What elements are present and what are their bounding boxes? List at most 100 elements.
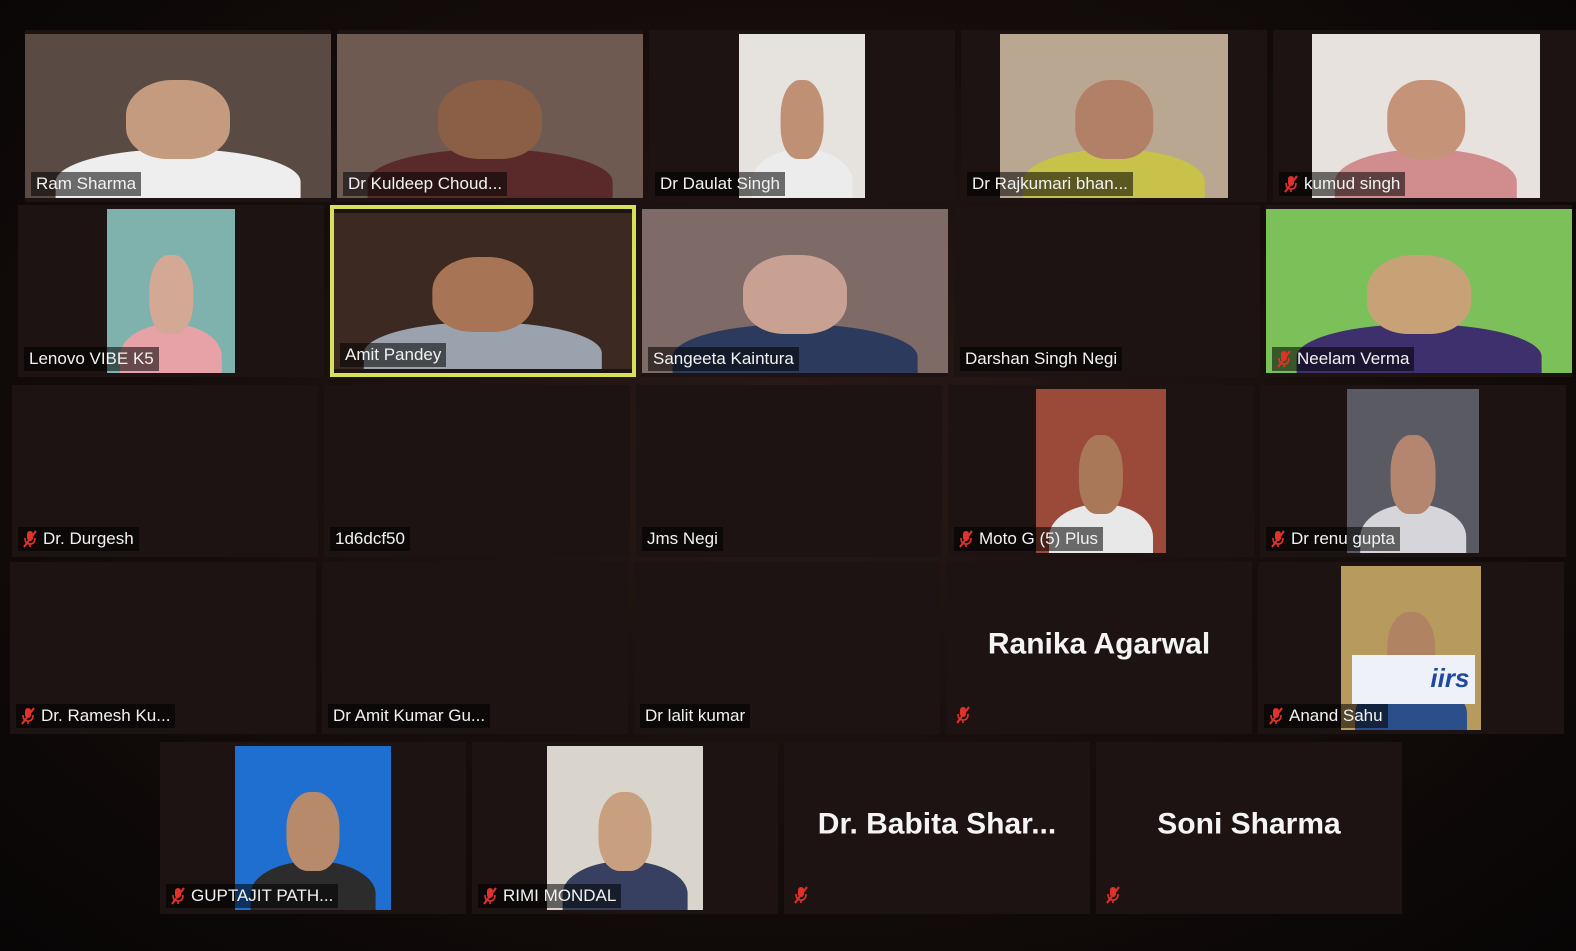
person-face (1078, 434, 1124, 514)
participant-name: Lenovo VIBE K5 (29, 349, 154, 368)
participant-name: Amit Pandey (345, 345, 442, 364)
gallery-row: Dr. Ramesh Ku... Dr Amit Kumar Gu... Dr la… (10, 562, 1576, 734)
participant-name: Neelam Verma (1297, 349, 1410, 368)
participant-tile[interactable]: Dr Daulat Singh (649, 30, 955, 202)
participant-tile[interactable]: kumud singh (1273, 30, 1576, 202)
participant-name-label: Anand Sahu (1264, 704, 1388, 728)
muted-mic-icon (23, 530, 37, 548)
participant-name-label: Lenovo VIBE K5 (24, 347, 159, 371)
participant-name-label: Amit Pandey (340, 343, 447, 367)
muted-mic-icon (21, 707, 35, 725)
participant-tile[interactable]: Dr. Ramesh Ku... (10, 562, 316, 734)
muted-mic-icon (956, 706, 970, 724)
participant-name-label: Dr Kuldeep Choud... (343, 172, 508, 196)
participant-tile[interactable]: Jms Negi (636, 385, 942, 557)
participant-name: Dr Rajkumari bhan... (972, 174, 1128, 193)
participant-name-label: Sangeeta Kaintura (648, 347, 799, 371)
participant-tile[interactable]: Dr Kuldeep Choud... (337, 30, 643, 202)
participant-name-label: Dr Rajkumari bhan... (967, 172, 1133, 196)
participant-name: Anand Sahu (1289, 706, 1383, 725)
participant-name: Dr. Ramesh Ku... (41, 706, 171, 725)
participant-name: Dr Kuldeep Choud... (348, 174, 503, 193)
participant-name-label: GUPTAJIT PATH... (166, 884, 339, 908)
participant-tile[interactable]: Ranika Agarwal (946, 562, 1252, 734)
participant-name: Sangeeta Kaintura (653, 349, 794, 368)
participant-name-label: Dr Amit Kumar Gu... (328, 704, 491, 728)
participant-tile[interactable]: Ram Sharma (25, 30, 331, 202)
person-face (432, 256, 534, 332)
participant-tile[interactable]: iirs Anand Sahu (1258, 562, 1564, 734)
muted-mic-icon (171, 887, 185, 905)
muted-mic-icon (1277, 350, 1291, 368)
muted-mic-icon (1106, 886, 1120, 904)
participant-name-label: Moto G (5) Plus (954, 527, 1104, 551)
person-face (149, 254, 193, 334)
participant-name: 1d6dcf50 (335, 529, 405, 548)
participant-name: RIMI MONDAL (503, 886, 617, 905)
person-face (437, 79, 543, 159)
participant-tile[interactable]: Sangeeta Kaintura (642, 205, 948, 377)
participant-name: Moto G (5) Plus (979, 529, 1099, 548)
participant-tile[interactable]: Lenovo VIBE K5 (18, 205, 324, 377)
participant-name-label: kumud singh (1279, 172, 1406, 196)
participant-tile[interactable]: Neelam Verma (1266, 205, 1572, 377)
muted-mic-icon (1284, 175, 1298, 193)
participant-name: Dr. Durgesh (43, 529, 134, 548)
muted-mic-icon (959, 530, 973, 548)
participant-name-label: RIMI MONDAL (478, 884, 622, 908)
person-face (1075, 79, 1153, 159)
participant-name: Jms Negi (647, 529, 718, 548)
gallery-row: GUPTAJIT PATH... RIMI MONDAL Dr. Babita Sh… (160, 742, 1576, 914)
participant-name: Dr lalit kumar (645, 706, 746, 725)
gallery-row: Dr. Durgesh 1d6dcf50 Jms Negi Moto G (5) Pl… (12, 385, 1576, 557)
person-face (286, 791, 340, 871)
participant-name: GUPTAJIT PATH... (191, 886, 334, 905)
gallery-row: Ram Sharma Dr Kuldeep Choud... Dr Daulat S… (25, 30, 1576, 202)
participant-tile[interactable]: 1d6dcf50 (324, 385, 630, 557)
muted-mic-icon (483, 887, 497, 905)
gallery-row: Lenovo VIBE K5 Amit Pandey Sangeeta Kaintu… (18, 205, 1576, 377)
participant-tile[interactable]: Dr lalit kumar (634, 562, 940, 734)
muted-mic-icon (1269, 707, 1283, 725)
participant-name-label: Dr. Ramesh Ku... (16, 704, 176, 728)
participant-name: Darshan Singh Negi (965, 349, 1118, 368)
participant-name: Dr Daulat Singh (660, 174, 781, 193)
participant-name-label: 1d6dcf50 (330, 527, 410, 551)
person-face (598, 791, 652, 871)
participant-display-name: Ranika Agarwal (987, 627, 1211, 661)
logo-banner: iirs (1352, 654, 1476, 704)
participant-tile[interactable]: Darshan Singh Negi (954, 205, 1260, 377)
participant-tile[interactable]: Dr Amit Kumar Gu... (322, 562, 628, 734)
person-face (780, 79, 824, 159)
participant-tile[interactable]: Soni Sharma (1096, 742, 1402, 914)
participant-name-label: Jms Negi (642, 527, 723, 551)
participant-name-label: Neelam Verma (1272, 347, 1415, 371)
participant-name: Dr renu gupta (1291, 529, 1395, 548)
participant-name-label: Dr renu gupta (1266, 527, 1400, 551)
participant-name-label: Dr Daulat Singh (655, 172, 786, 196)
participant-tile[interactable]: Dr Rajkumari bhan... (961, 30, 1267, 202)
participant-tile[interactable]: Moto G (5) Plus (948, 385, 1254, 557)
person-face (125, 79, 231, 159)
participant-display-name: Soni Sharma (1157, 807, 1341, 841)
participant-tile[interactable]: Dr. Babita Shar... (784, 742, 1090, 914)
participant-tile[interactable]: Dr. Durgesh (12, 385, 318, 557)
muted-mic-icon (1271, 530, 1285, 548)
participant-name-label: Darshan Singh Negi (960, 347, 1123, 371)
participant-tile[interactable]: Amit Pandey (330, 205, 636, 377)
participant-display-name: Dr. Babita Shar... (817, 807, 1057, 841)
person-face (1390, 434, 1436, 514)
participant-name-label: Dr. Durgesh (18, 527, 139, 551)
person-face (1387, 79, 1465, 159)
participant-tile[interactable]: Dr renu gupta (1260, 385, 1566, 557)
person-face (742, 254, 848, 334)
meeting-gallery-view: Ram Sharma Dr Kuldeep Choud... Dr Daulat S… (0, 0, 1576, 951)
participant-name: Ram Sharma (36, 174, 137, 193)
participant-name: Dr Amit Kumar Gu... (333, 706, 486, 725)
participant-tile[interactable]: GUPTAJIT PATH... (160, 742, 466, 914)
participant-name-label: Ram Sharma (31, 172, 142, 196)
participant-name-label: Dr lalit kumar (640, 704, 751, 728)
participant-name: kumud singh (1304, 174, 1401, 193)
muted-mic-icon (794, 886, 808, 904)
participant-tile[interactable]: RIMI MONDAL (472, 742, 778, 914)
